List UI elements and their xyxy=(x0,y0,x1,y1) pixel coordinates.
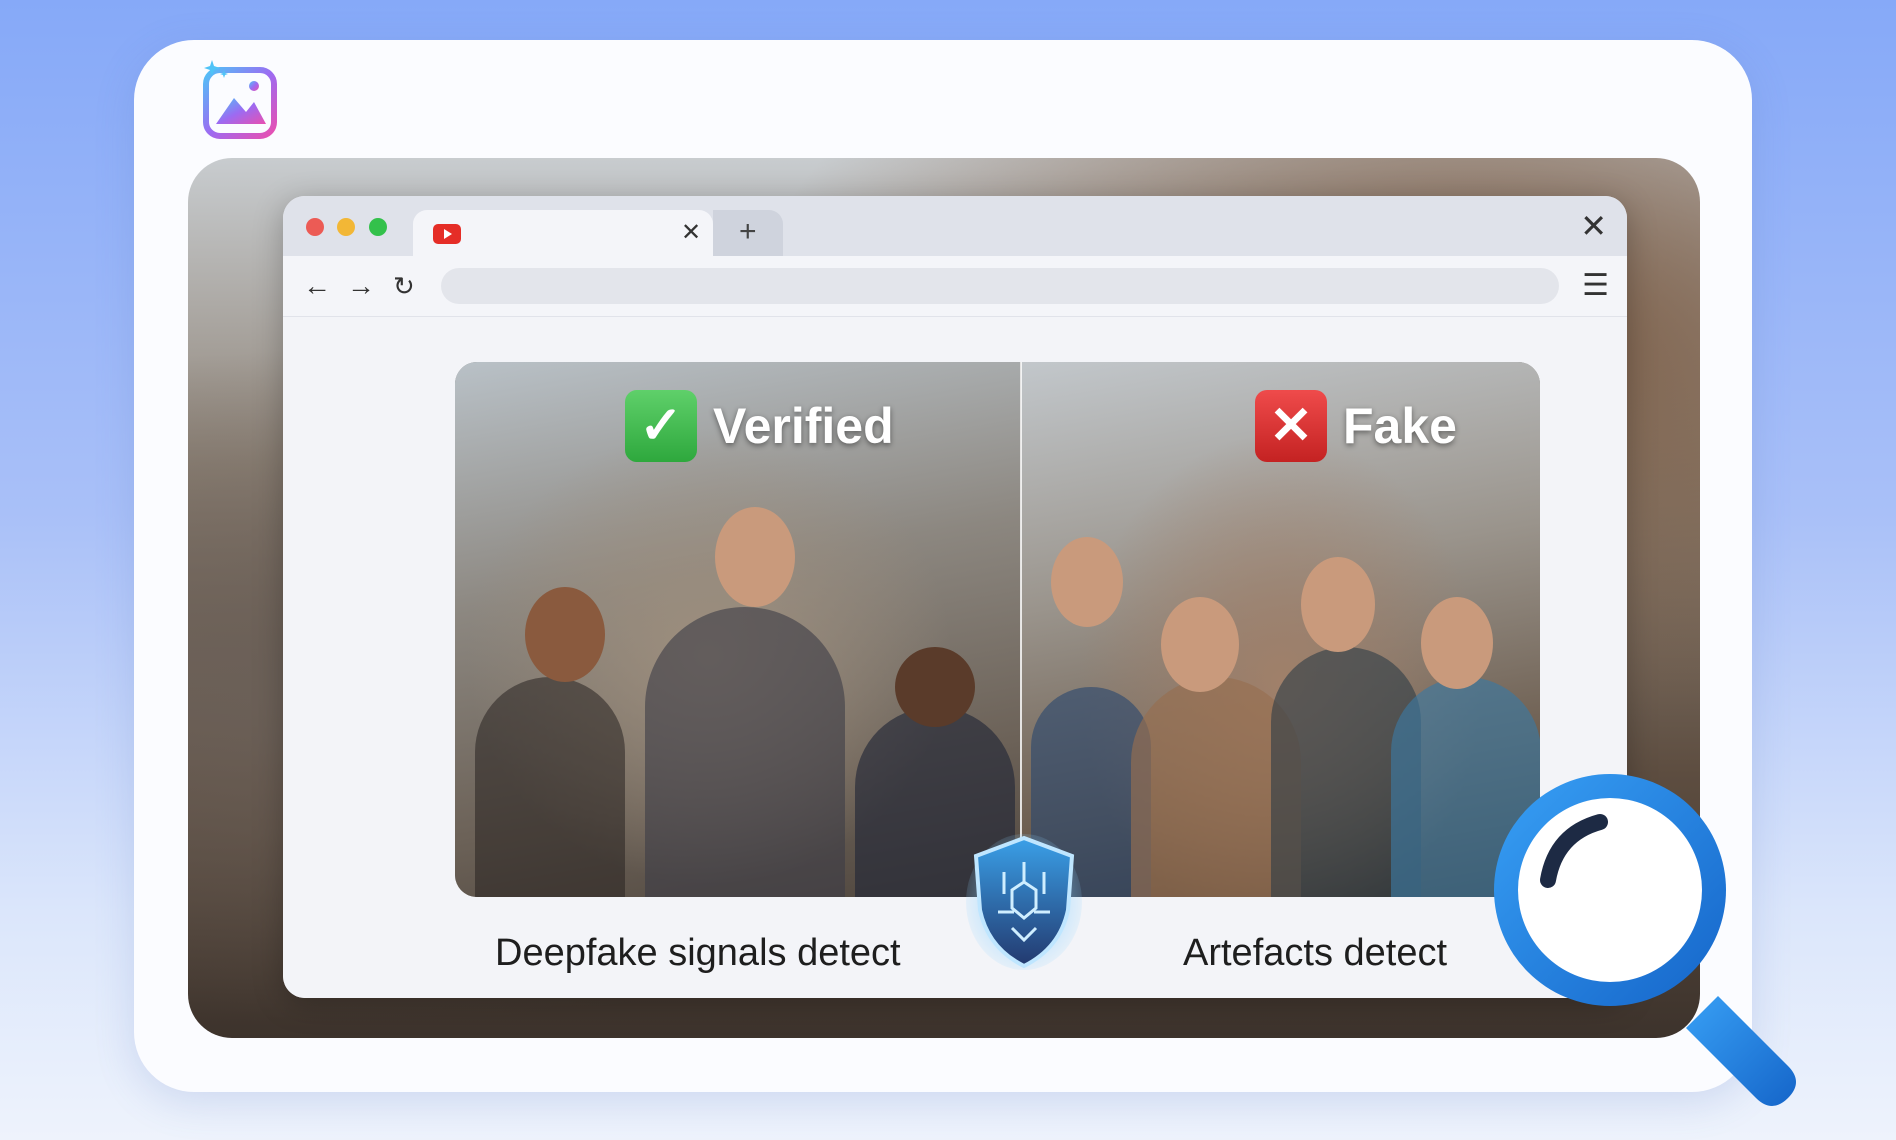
close-window-dot[interactable] xyxy=(306,218,324,236)
hamburger-menu-icon[interactable]: ☰ xyxy=(1582,266,1609,306)
fake-label: Fake xyxy=(1343,398,1457,454)
fake-badge: ✕ Fake xyxy=(1255,388,1457,464)
cross-icon: ✕ xyxy=(1255,390,1327,462)
new-tab-button[interactable]: + xyxy=(739,212,757,252)
youtube-icon xyxy=(433,224,461,244)
circuit-shield-icon xyxy=(966,834,1082,970)
forward-arrow-icon[interactable]: → xyxy=(347,266,375,306)
person-head xyxy=(895,647,975,727)
maximize-window-dot[interactable] xyxy=(369,218,387,236)
person-head xyxy=(1421,597,1493,689)
sparkle-image-icon xyxy=(203,60,277,139)
navigation-bar: ← → ↻ ☰ xyxy=(283,256,1627,317)
check-icon: ✓ xyxy=(625,390,697,462)
verified-badge: ✓ Verified xyxy=(625,388,894,464)
minimize-window-dot[interactable] xyxy=(337,218,355,236)
person-head xyxy=(525,587,605,682)
reload-icon[interactable]: ↻ xyxy=(393,266,415,306)
split-divider xyxy=(1020,362,1022,897)
artefacts-caption: Artefacts detect xyxy=(1183,932,1448,974)
close-icon[interactable]: ✕ xyxy=(681,218,701,248)
verified-label: Verified xyxy=(713,398,894,454)
browser-tab[interactable]: ✕ xyxy=(413,210,713,256)
group-figures-left xyxy=(455,507,1020,897)
person-head xyxy=(715,507,795,607)
group-figures-right xyxy=(1021,537,1540,897)
comparison-image: ✓ Verified ✕ Fake xyxy=(455,362,1540,897)
tab-bar: ✕ + ✕ xyxy=(283,196,1627,256)
person-head xyxy=(1301,557,1375,652)
page-content: ✓ Verified ✕ Fake Deepfake signals detec… xyxy=(283,317,1627,998)
window-close-button[interactable]: ✕ xyxy=(1580,206,1607,246)
browser-window: ✕ + ✕ ← → ↻ ☰ ✓ Verified ✕ Fake Deepfake… xyxy=(283,196,1627,998)
person-head xyxy=(1051,537,1123,627)
magnifying-glass-icon xyxy=(1494,774,1796,1106)
address-bar[interactable] xyxy=(441,268,1559,304)
deepfake-signals-caption: Deepfake signals detect xyxy=(495,932,901,974)
person-silhouette xyxy=(475,677,625,897)
person-head xyxy=(1161,597,1239,692)
person-silhouette xyxy=(645,607,845,897)
back-arrow-icon[interactable]: ← xyxy=(303,266,331,306)
